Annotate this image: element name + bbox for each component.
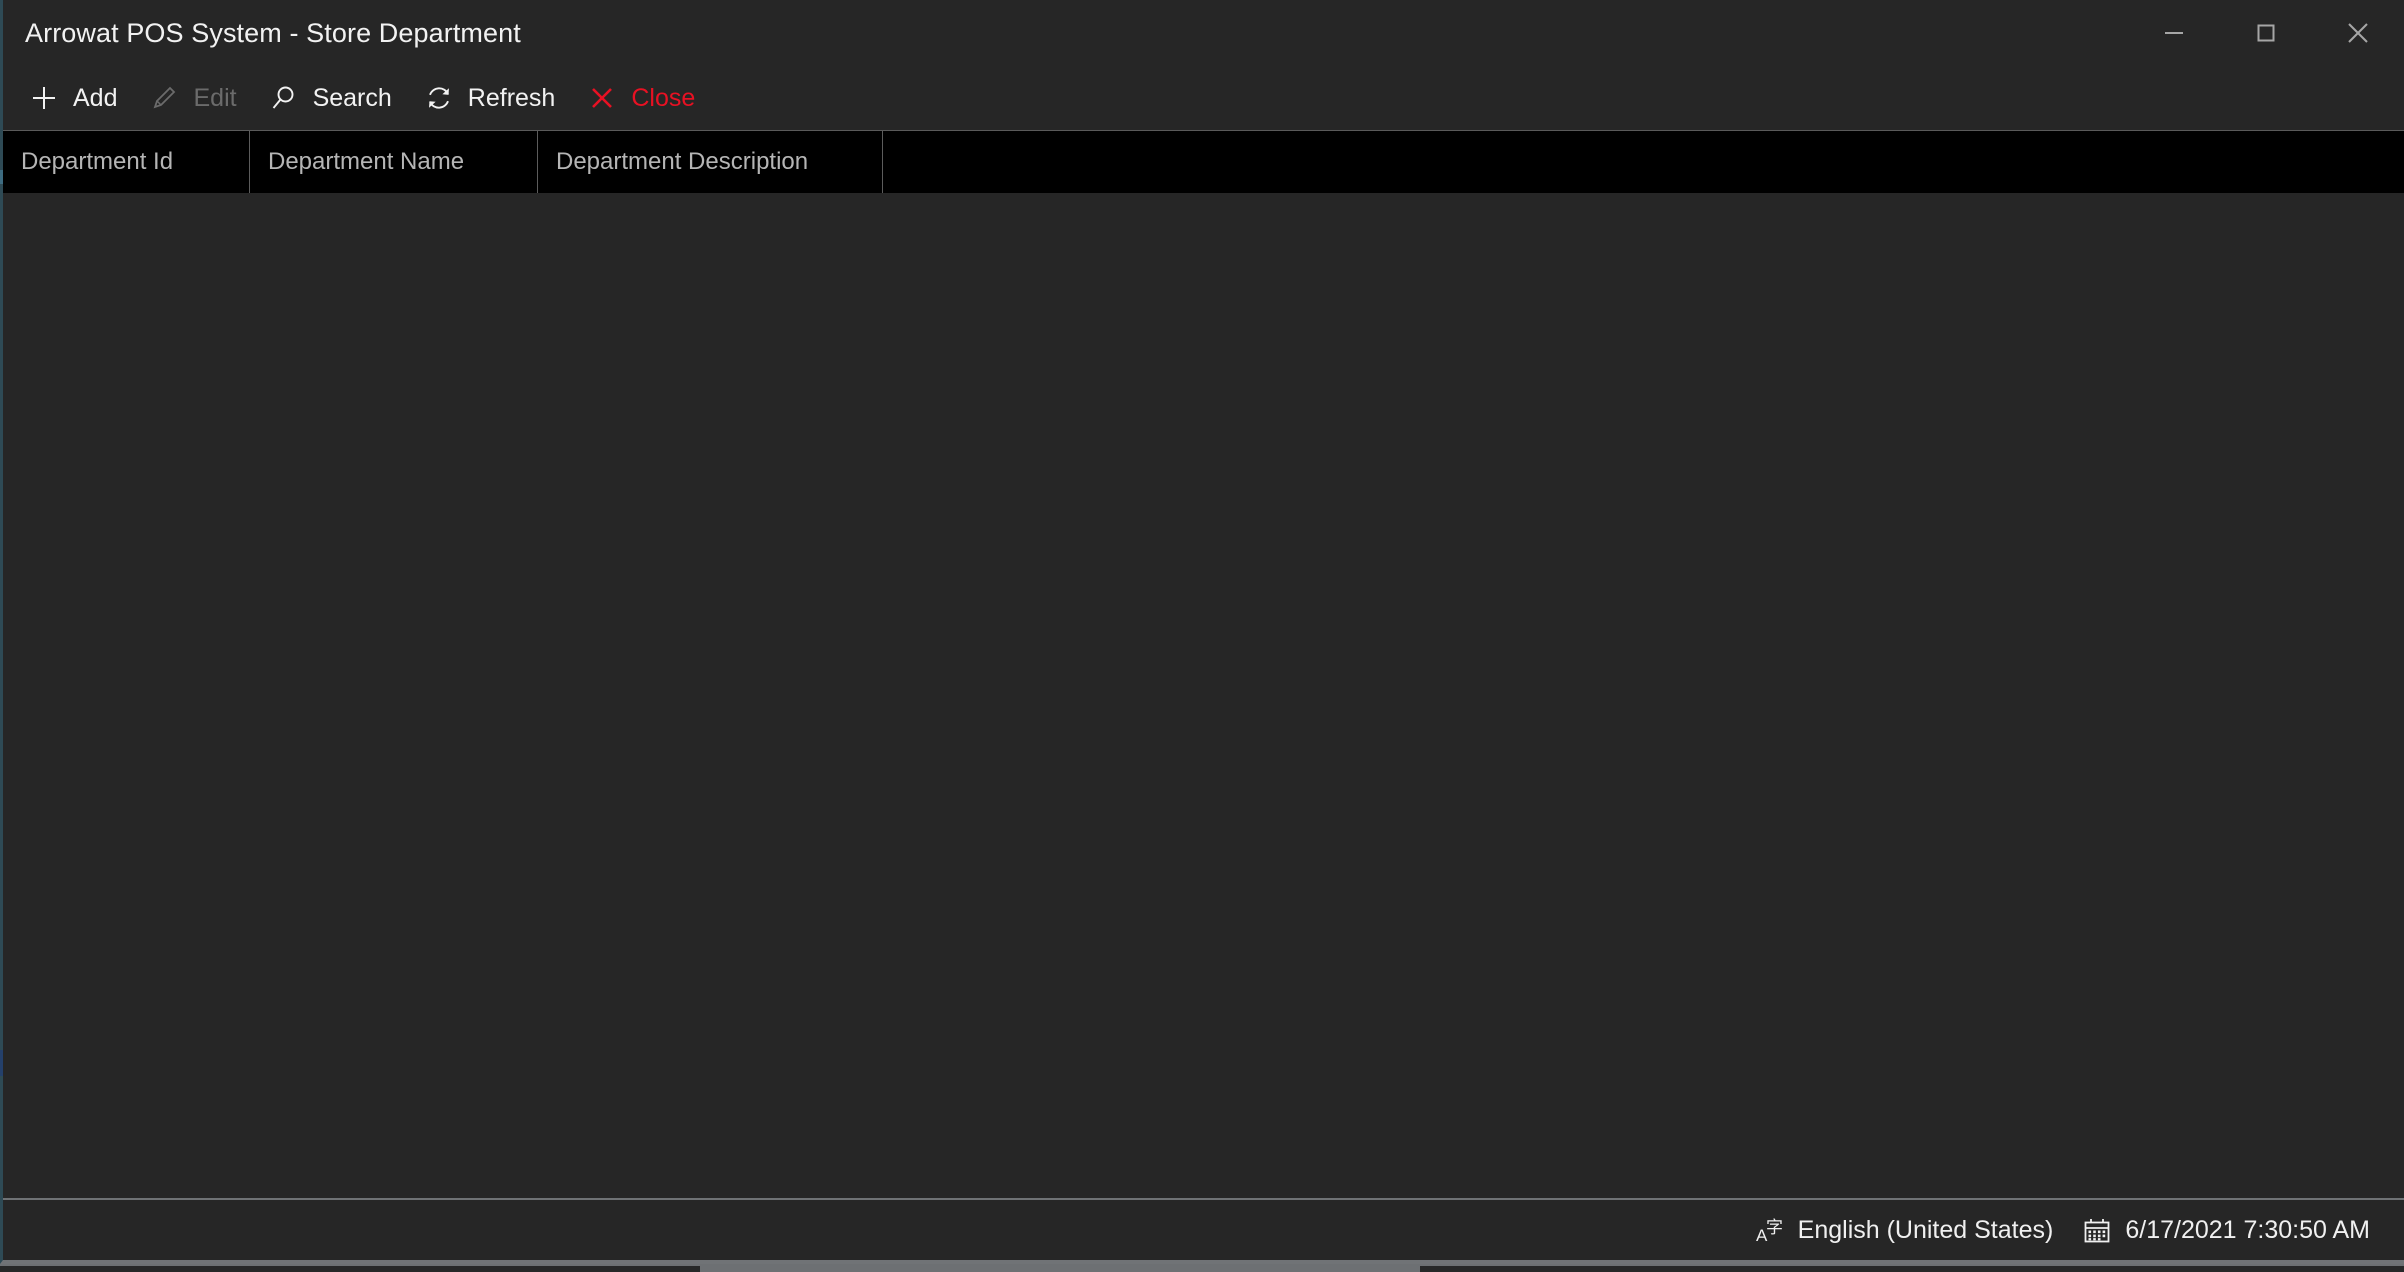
refresh-button-label: Refresh bbox=[467, 83, 556, 112]
column-header-label: Department Description bbox=[556, 148, 809, 175]
language-label: English (United States) bbox=[1797, 1215, 2054, 1244]
column-header-label: Department Name bbox=[268, 148, 465, 175]
edit-button-label: Edit bbox=[193, 83, 237, 112]
maximize-button[interactable] bbox=[2220, 0, 2312, 66]
svg-text:字: 字 bbox=[1766, 1218, 1783, 1238]
x-icon bbox=[587, 83, 617, 113]
close-form-button[interactable]: Close bbox=[571, 71, 711, 125]
data-grid-header-row: Department Id Department Name Department… bbox=[3, 130, 2404, 193]
title-bar[interactable]: Arrowat POS System - Store Department bbox=[3, 0, 2404, 66]
edit-button[interactable]: Edit bbox=[133, 71, 252, 125]
add-button[interactable]: Add bbox=[13, 71, 133, 125]
pencil-icon bbox=[149, 83, 179, 113]
data-grid: Department Id Department Name Department… bbox=[3, 130, 2404, 1198]
taskbar-chunk bbox=[0, 1266, 700, 1272]
add-button-label: Add bbox=[73, 83, 118, 112]
taskbar-chunk bbox=[1420, 1266, 2404, 1272]
close-button[interactable] bbox=[2312, 0, 2404, 66]
status-language[interactable]: A 字 English (United States) bbox=[1754, 1214, 2054, 1246]
desktop-background: Arrowat POS System - Store Department Ad… bbox=[0, 0, 2404, 1272]
magnifier-icon bbox=[269, 83, 299, 113]
column-header-department-description[interactable]: Department Description bbox=[538, 131, 883, 193]
application-window: Arrowat POS System - Store Department Ad… bbox=[0, 0, 2404, 1264]
status-bar: A 字 English (United States) 6/17/2021 7:… bbox=[3, 1198, 2404, 1260]
plus-icon bbox=[29, 83, 59, 113]
column-header-department-id[interactable]: Department Id bbox=[3, 131, 250, 193]
column-header-label: Department Id bbox=[21, 148, 174, 175]
window-title: Arrowat POS System - Store Department bbox=[25, 17, 521, 48]
search-button-label: Search bbox=[312, 83, 392, 112]
minimize-button[interactable] bbox=[2128, 0, 2220, 66]
refresh-button[interactable]: Refresh bbox=[408, 71, 572, 125]
close-form-button-label: Close bbox=[631, 83, 696, 112]
window-controls bbox=[2128, 0, 2404, 66]
minimize-icon bbox=[2161, 20, 2187, 46]
data-grid-body[interactable] bbox=[3, 193, 2404, 1198]
language-input-icon: A 字 bbox=[1754, 1214, 1786, 1246]
toolbar: Add Edit Search Refresh Close bbox=[3, 66, 2404, 130]
column-header-department-name[interactable]: Department Name bbox=[250, 131, 538, 193]
status-datetime[interactable]: 6/17/2021 7:30:50 AM bbox=[2081, 1214, 2370, 1246]
taskbar-sliver bbox=[0, 1266, 2404, 1272]
search-button[interactable]: Search bbox=[253, 71, 408, 125]
calendar-icon bbox=[2081, 1214, 2113, 1246]
refresh-icon bbox=[424, 83, 454, 113]
close-icon bbox=[2343, 18, 2373, 48]
datetime-label: 6/17/2021 7:30:50 AM bbox=[2125, 1215, 2370, 1244]
maximize-icon bbox=[2253, 20, 2279, 46]
column-header-filler bbox=[883, 131, 2404, 193]
